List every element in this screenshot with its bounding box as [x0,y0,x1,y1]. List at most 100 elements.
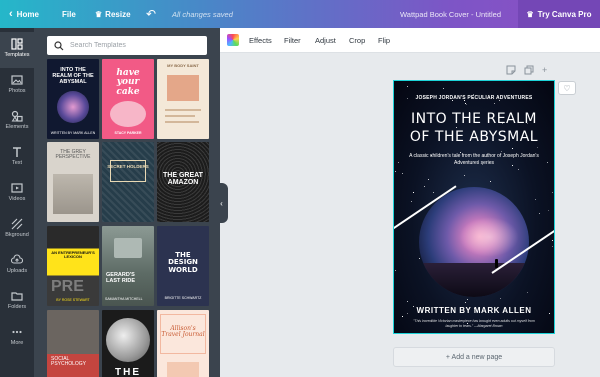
resize-button[interactable]: ♛ Resize [95,0,131,28]
template-tile[interactable]: THE GREY PERSPECTIVE [47,142,99,222]
color-swatch[interactable] [227,34,239,46]
tile-title: GERARD'S LAST RIDE [106,272,136,284]
star [551,192,553,194]
left-rail: Templates Photos Elements Text Videos Bk… [0,28,34,377]
tile-title: THE GREAT AMAZON [163,172,203,187]
tile-subtitle: SAMANTHA MITCHELL [105,296,143,301]
folders-icon [11,292,23,301]
cover-title[interactable]: INTO THE REALM OF THE ABYSMAL [402,110,546,146]
duplicate-page-icon[interactable] [524,64,534,76]
rail-item-text[interactable]: Text [0,140,34,176]
home-button[interactable]: ‹ Home [9,0,39,28]
elements-icon [11,110,23,122]
cover-author[interactable]: WRITTEN BY MARK ALLEN [394,306,554,315]
template-tile[interactable]: THE [102,310,154,377]
star [411,200,413,202]
star [464,175,466,177]
tile-subtitle: STACY PARKER [114,130,142,135]
star [552,245,554,247]
comment-icon: ♡ [563,83,571,93]
star [418,257,420,259]
top-bar: ‹ Home File ♛ Resize ↶ All changes saved… [0,0,600,28]
chevron-left-icon: ‹ [9,8,13,20]
template-tile[interactable]: Allison's Travel Journal [157,310,209,377]
cover-series[interactable]: JOSEPH JORDAN'S PECULIAR ADVENTURES [394,95,554,101]
note-icon[interactable] [506,64,516,76]
effects-button[interactable]: Effects [249,28,272,53]
try-canva-pro-button[interactable]: ♛ Try Canva Pro [518,0,600,28]
template-tile[interactable]: THE DESIGN WORLD BRIGITTE SCHWARTZ [157,226,209,306]
rail-item-background[interactable]: Bkground [0,212,34,248]
save-status: All changes saved [172,9,233,19]
template-tile[interactable]: AN ENTREPRENEUR'S LEXICON PRE BY ROSE ST… [47,226,99,306]
rail-item-elements[interactable]: Elements [0,104,34,140]
star [467,299,468,301]
rail-label: Templates [4,52,30,58]
star [406,300,408,302]
templates-icon [11,38,23,50]
star [464,103,466,105]
add-page-button[interactable]: + Add a new page [393,347,555,367]
undo-icon[interactable]: ↶ [146,0,156,28]
template-tile[interactable]: have your cake STACY PARKER [102,59,154,139]
rail-label: Elements [5,124,29,130]
rail-item-more[interactable]: More [0,320,34,356]
template-tile[interactable]: SOCIAL PSYCHOLOGY [47,310,99,377]
rail-label: More [10,340,24,346]
tile-title: SECRET HOLDERS [107,164,149,169]
tile-subtitle: BRIGITTE SCHWARTZ [164,295,202,300]
star [546,162,548,164]
design-page[interactable]: JOSEPH JORDAN'S PECULIAR ADVENTURES INTO… [393,80,555,334]
star [397,161,399,163]
rail-label: Folders [7,304,27,310]
adjust-button[interactable]: Adjust [315,28,336,53]
editor-toolbar: Effects Filter Adjust Crop Flip [220,28,600,53]
file-menu[interactable]: File [62,0,76,28]
template-tile[interactable]: MY BODY SAINT [157,59,209,139]
star [547,209,549,211]
tile-subtitle: BY ROSE STEWART [56,297,90,302]
search-icon [54,40,64,50]
cover-quote[interactable]: "This incredible Victorian masterpiece h… [410,319,538,328]
comment-button[interactable]: ♡ [558,81,576,95]
flip-button[interactable]: Flip [378,28,390,53]
star [428,179,430,181]
tile-decor-text: PRE [51,278,84,295]
search-input[interactable] [70,42,200,49]
template-tile[interactable]: THE GREAT AMAZON [157,142,209,222]
star [499,298,501,300]
template-tile[interactable]: GERARD'S LAST RIDE SAMANTHA MITCHELL [102,226,154,306]
crop-button[interactable]: Crop [349,28,365,53]
rail-item-uploads[interactable]: Uploads [0,248,34,284]
rail-label: Uploads [6,268,28,274]
rail-label: Bkground [5,232,29,238]
rail-label: Text [11,160,23,166]
template-tile[interactable]: SECRET HOLDERS [102,142,154,222]
rail-item-templates[interactable]: Templates [0,32,34,68]
template-tile[interactable]: INTO THE REALM OF THE ABYSMAL WRITTEN BY… [47,59,99,139]
filter-button[interactable]: Filter [284,28,301,53]
star [442,88,444,90]
star [395,170,397,172]
star [493,102,495,104]
star [535,198,537,200]
add-page-icon[interactable]: + [542,64,547,76]
star [466,103,468,105]
tile-title: SOCIAL PSYCHOLOGY [51,356,87,368]
star [538,213,540,215]
star [552,239,554,241]
collapse-panel-button[interactable]: ‹ [215,183,228,223]
cover-image[interactable] [419,187,529,297]
videos-icon [11,183,23,193]
star [490,181,492,183]
rail-item-videos[interactable]: Videos [0,176,34,212]
rail-item-folders[interactable]: Folders [0,284,34,320]
star [402,173,404,175]
tile-title: THE DESIGN WORLD [168,251,198,274]
cover-tagline[interactable]: A classic children's tale from the autho… [408,153,540,167]
tile-title: Allison's Travel Journal [161,325,205,339]
star [413,192,415,194]
rail-item-photos[interactable]: Photos [0,68,34,104]
more-icon [12,330,22,334]
document-title[interactable]: Wattpad Book Cover - Untitled [400,0,501,28]
